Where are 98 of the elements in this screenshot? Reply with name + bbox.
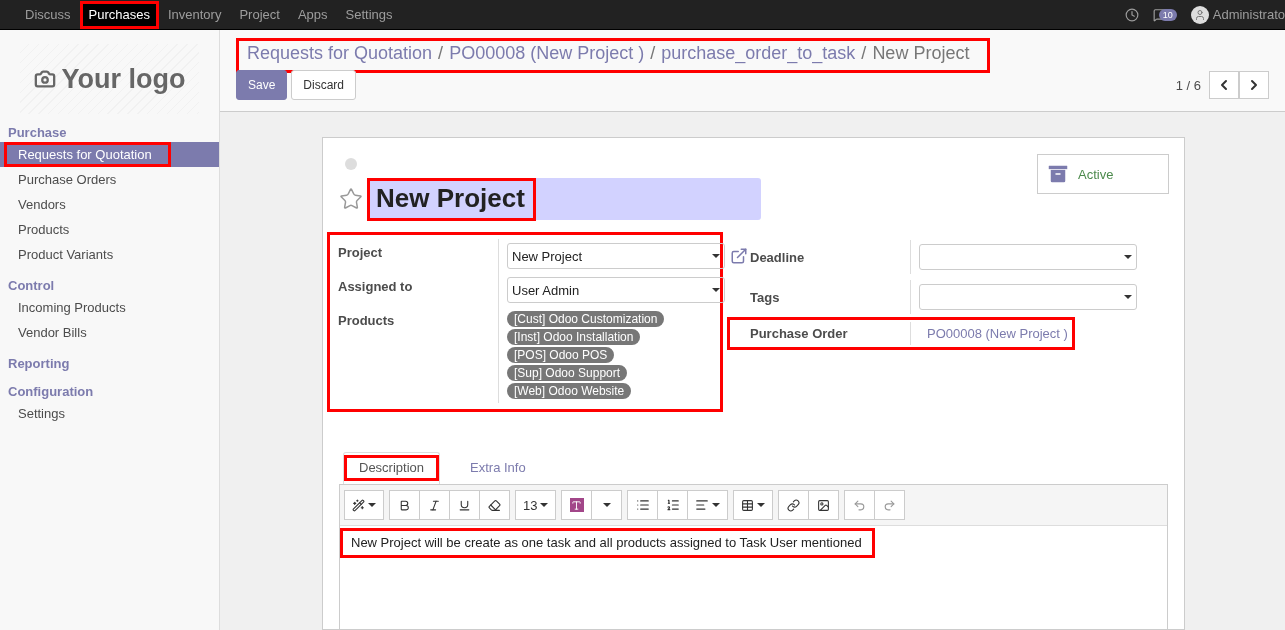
field-label: Project: [338, 244, 384, 262]
bold-button[interactable]: [389, 490, 420, 520]
breadcrumb-separator: /: [861, 43, 867, 64]
product-tag: [POS] Odoo POS: [507, 347, 615, 363]
message-count: 10: [1158, 8, 1177, 21]
app-menu-item[interactable]: Inventory: [158, 0, 231, 29]
product-tag: [Cust] Odoo Customization: [507, 311, 665, 327]
breadcrumb-link[interactable]: PO00008 (New Project ): [449, 43, 645, 64]
app-menu-item[interactable]: Settings: [336, 0, 402, 29]
sidebar-item[interactable]: Product Variants: [0, 242, 219, 267]
next-button[interactable]: [1239, 71, 1269, 99]
table-button[interactable]: [733, 490, 774, 520]
app-menu-item[interactable]: Purchases: [79, 0, 159, 29]
text-color-button[interactable]: [561, 490, 593, 520]
avatar[interactable]: [1190, 5, 1209, 24]
align-button[interactable]: [687, 490, 729, 520]
active-button[interactable]: Active: [1037, 154, 1169, 194]
logo-text: Your logo: [61, 63, 186, 95]
save-button[interactable]: Save: [236, 70, 288, 100]
numbered-list-icon: [665, 498, 680, 512]
product-tag: [Web] Odoo Website: [507, 383, 632, 399]
breadcrumb-separator: /: [650, 43, 656, 64]
caret-icon: [712, 254, 720, 258]
user-icon: [1193, 8, 1206, 21]
bullet-list-icon: [635, 498, 650, 512]
link-button[interactable]: [778, 490, 810, 520]
sidebar-item[interactable]: Incoming Products: [0, 295, 219, 320]
sidebar-section-title: Reporting: [7, 355, 71, 373]
eraser-icon: [488, 498, 501, 512]
sidebar-section-title: Purchase: [7, 124, 68, 142]
discard-button[interactable]: Discard: [291, 70, 357, 100]
camera-icon: [33, 68, 56, 90]
app-menu-item[interactable]: Discuss: [16, 0, 80, 29]
sidebar-item[interactable]: Vendor Bills: [0, 320, 219, 345]
bullet-list-button[interactable]: [627, 490, 659, 520]
caret-icon: [540, 503, 549, 507]
font-size-button[interactable]: 13: [515, 490, 557, 520]
image-icon: [817, 498, 831, 512]
undo-icon: [853, 498, 867, 512]
select-field[interactable]: User Admin: [507, 277, 725, 303]
app-menu-item[interactable]: Project: [230, 0, 289, 29]
product-tag: [Inst] Odoo Installation: [507, 329, 641, 345]
underline-button[interactable]: [449, 490, 480, 520]
link-icon: [787, 498, 801, 512]
status-dot: [345, 158, 357, 170]
select-field[interactable]: [919, 244, 1137, 270]
field-label: Deadline: [750, 248, 806, 267]
magic-wand-icon: [352, 498, 365, 512]
sidebar-item[interactable]: Purchase Orders: [0, 167, 219, 192]
style-button[interactable]: [344, 490, 384, 520]
archive-icon: [1046, 162, 1070, 186]
breadcrumb-current[interactable]: New Project: [872, 43, 970, 64]
tab[interactable]: Description: [343, 452, 441, 484]
sidebar-section-title: Configuration: [7, 383, 95, 401]
caret-icon: [368, 503, 376, 507]
table-icon: [741, 498, 755, 512]
align-left-icon: [695, 498, 710, 512]
italic-icon: [428, 498, 441, 512]
app-menu-item[interactable]: Apps: [288, 0, 337, 29]
pager-text: 1 / 6: [1175, 77, 1201, 93]
breadcrumb-separator: /: [438, 43, 444, 64]
user-name[interactable]: Administrato: [1212, 7, 1285, 22]
redo-icon: [883, 498, 897, 512]
product-tag: [Sup] Odoo Support: [507, 365, 628, 381]
field-label: Purchase Order: [750, 325, 849, 343]
title-field[interactable]: New Project: [367, 178, 761, 220]
clock-icon[interactable]: [1124, 7, 1139, 22]
field-label: Products: [338, 312, 396, 330]
star-icon[interactable]: [339, 187, 363, 211]
previous-button[interactable]: [1209, 71, 1239, 99]
eraser-button[interactable]: [479, 490, 510, 520]
sidebar-item[interactable]: Settings: [0, 401, 219, 426]
purchase-order-link[interactable]: PO00008 (New Project ): [919, 326, 1068, 341]
external-link-icon[interactable]: [730, 246, 748, 265]
bold-icon: [398, 498, 411, 512]
description-text[interactable]: New Project will be create as one task and all products assigned to Task User mentioned: [340, 528, 875, 558]
caret-icon: [712, 288, 720, 292]
select-field[interactable]: New Project: [507, 243, 725, 269]
caret-icon: [712, 503, 721, 507]
italic-button[interactable]: [419, 490, 450, 520]
caret-icon: [1124, 295, 1132, 299]
color-dropdown-button[interactable]: [591, 490, 623, 520]
sidebar-item[interactable]: Requests for Quotation: [0, 142, 219, 167]
caret-icon: [1124, 255, 1132, 259]
breadcrumb-link[interactable]: Requests for Quotation: [247, 43, 433, 64]
caret-icon: [757, 503, 766, 507]
select-field[interactable]: [919, 284, 1137, 310]
sidebar-item[interactable]: Products: [0, 217, 219, 242]
caret-icon: [602, 503, 611, 507]
sidebar-section-title: Control: [7, 277, 56, 295]
underline-icon: [458, 498, 471, 512]
numbered-list-button[interactable]: [657, 490, 689, 520]
sidebar-item[interactable]: Vendors: [0, 192, 219, 217]
field-label: Tags: [750, 288, 781, 307]
breadcrumb-link[interactable]: purchase_order_to_task: [661, 43, 856, 64]
text-color-icon: [569, 498, 584, 512]
field-label: Assigned to: [338, 278, 414, 296]
image-button[interactable]: [808, 490, 840, 520]
